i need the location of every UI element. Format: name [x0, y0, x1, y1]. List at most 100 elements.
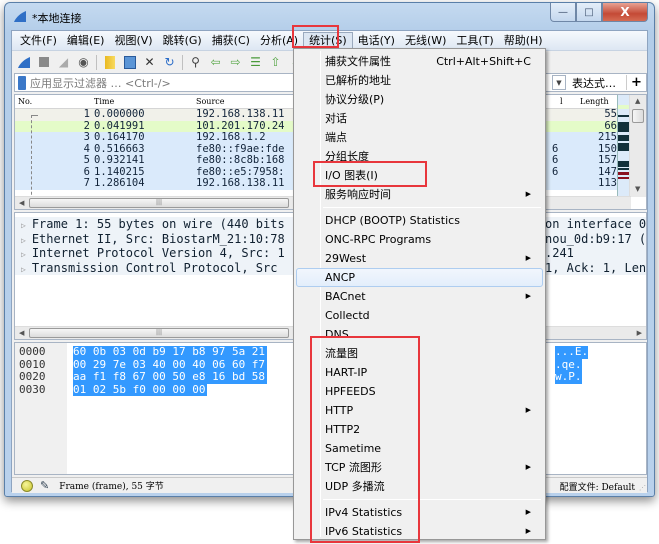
- profile-label[interactable]: 配置文件: Default: [560, 480, 635, 493]
- menu-edit[interactable]: 编辑(E): [62, 32, 110, 50]
- stats-menu-item-hart-ip[interactable]: HART-IP: [296, 363, 543, 382]
- menu-file[interactable]: 文件(F): [15, 32, 62, 50]
- expand-arrow-icon[interactable]: ▷: [21, 250, 26, 259]
- column-protocol[interactable]: l: [560, 97, 563, 106]
- stats-menu-item-item-3[interactable]: 对话: [296, 109, 543, 128]
- menu-go[interactable]: 跳转(G): [158, 32, 207, 50]
- stats-menu-item-bacnet[interactable]: BACnet ▶: [296, 287, 543, 306]
- shark-fin-start-icon[interactable]: [16, 55, 31, 70]
- close-button[interactable]: X: [602, 3, 648, 22]
- go-to-packet-icon[interactable]: ☰: [248, 55, 263, 70]
- column-length[interactable]: Length: [580, 97, 609, 106]
- stats-menu-item-http2[interactable]: HTTP2: [296, 420, 543, 439]
- first-packet-icon[interactable]: ⇧: [268, 55, 283, 70]
- stats-menu-item-item-1[interactable]: 已解析的地址: [296, 71, 543, 90]
- stats-menu-item-collectd[interactable]: Collectd: [296, 306, 543, 325]
- status-text: Frame (frame), 55 字节: [59, 482, 164, 492]
- menu-item-label: 对话: [325, 112, 347, 125]
- restart-icon[interactable]: ◢: [56, 55, 71, 70]
- scroll-down-icon[interactable]: ▼: [635, 185, 640, 193]
- column-source[interactable]: Source: [196, 97, 225, 106]
- scroll-thumb[interactable]: |||: [29, 328, 289, 338]
- menu-item-label: DNS: [325, 328, 349, 341]
- go-forward-icon[interactable]: ⇨: [228, 55, 243, 70]
- packet-protocol: 6: [552, 154, 559, 166]
- submenu-arrow-icon: ▶: [525, 190, 531, 198]
- menu-view[interactable]: 视图(V): [109, 32, 157, 50]
- expand-arrow-icon[interactable]: ▷: [21, 236, 26, 245]
- menu-item-shortcut: Ctrl+Alt+Shift+C: [436, 55, 531, 68]
- stats-menu-item-ancp[interactable]: ANCP: [296, 268, 543, 287]
- menu-statistics[interactable]: 统计(S): [303, 31, 353, 50]
- menu-item-label: HPFEEDS: [325, 385, 376, 398]
- scroll-left-icon[interactable]: ◀: [19, 329, 24, 337]
- submenu-arrow-icon: ▶: [525, 508, 531, 516]
- scroll-thumb[interactable]: [632, 109, 644, 123]
- edit-comment-icon[interactable]: ✎: [40, 479, 49, 492]
- toolbar-separator: [96, 54, 97, 70]
- menu-item-label: DHCP (BOOTP) Statistics: [325, 214, 460, 227]
- expression-button[interactable]: 表达式…: [572, 75, 616, 91]
- stats-menu-item-item-7[interactable]: 服务响应时间 ▶: [296, 185, 543, 204]
- stats-menu-item-item-4[interactable]: 端点: [296, 128, 543, 147]
- menu-capture[interactable]: 捕获(C): [207, 32, 255, 50]
- stats-menu-item-dhcp-bootp-statistics[interactable]: DHCP (BOOTP) Statistics: [296, 211, 543, 230]
- reload-icon[interactable]: ↻: [162, 55, 177, 70]
- submenu-arrow-icon: ▶: [525, 527, 531, 535]
- go-back-icon[interactable]: ⇦: [208, 55, 223, 70]
- display-filter-input[interactable]: 应用显示过滤器 … <Ctrl-/>: [30, 75, 171, 91]
- stats-menu-item-ipv6-statistics[interactable]: IPv6 Statistics ▶: [296, 522, 543, 541]
- stats-menu-item-item-0[interactable]: 捕获文件属性 Ctrl+Alt+Shift+C: [296, 52, 543, 71]
- stats-menu-item-onc-rpc-programs[interactable]: ONC-RPC Programs: [296, 230, 543, 249]
- stats-menu-item-tcp[interactable]: TCP 流图形 ▶: [296, 458, 543, 477]
- stats-menu-item-ipv4-statistics[interactable]: IPv4 Statistics ▶: [296, 503, 543, 522]
- packet-list-vscrollbar[interactable]: ▲ ▼: [629, 95, 646, 197]
- options-gear-icon[interactable]: ◉: [76, 55, 91, 70]
- stats-menu-item-i-o-i[interactable]: I/O 图表(I): [296, 166, 543, 185]
- submenu-arrow-icon: ▶: [525, 254, 531, 262]
- bookmark-icon[interactable]: [18, 75, 26, 90]
- packet-length: 157: [598, 154, 617, 166]
- packet-no: 7: [83, 177, 90, 189]
- scroll-up-icon[interactable]: ▲: [635, 97, 640, 105]
- stats-menu-item-hpfeeds[interactable]: HPFEEDS: [296, 382, 543, 401]
- stats-menu-item-29west[interactable]: 29West ▶: [296, 249, 543, 268]
- column-time[interactable]: Time: [94, 97, 114, 106]
- minimize-icon: —: [558, 6, 568, 18]
- add-filter-button[interactable]: +: [626, 75, 646, 90]
- stats-menu-item-udp[interactable]: UDP 多播流: [296, 477, 543, 496]
- maximize-button[interactable]: □: [576, 3, 602, 22]
- menu-telephony[interactable]: 电话(Y): [353, 32, 400, 50]
- menu-analyze[interactable]: 分析(A): [255, 32, 303, 50]
- minimize-button[interactable]: —: [550, 3, 576, 22]
- stats-menu-item-item-16[interactable]: 流量图: [296, 344, 543, 363]
- stop-icon[interactable]: [36, 55, 51, 70]
- expert-info-led-icon[interactable]: [21, 479, 33, 492]
- menu-tools[interactable]: 工具(T): [451, 32, 498, 50]
- save-file-icon[interactable]: [122, 55, 137, 70]
- close-icon: X: [620, 5, 630, 19]
- menu-item-label: HTTP2: [325, 423, 361, 436]
- scroll-left-icon[interactable]: ◀: [19, 199, 24, 207]
- stats-menu-item-http[interactable]: HTTP ▶: [296, 401, 543, 420]
- scroll-right-icon[interactable]: ▶: [637, 329, 642, 337]
- resize-grip-icon[interactable]: ⋰: [639, 484, 646, 492]
- expand-arrow-icon[interactable]: ▷: [21, 265, 26, 274]
- stats-menu-item-p[interactable]: 协议分级(P): [296, 90, 543, 109]
- conversation-tree-line: [31, 115, 38, 205]
- submenu-arrow-icon: ▶: [525, 463, 531, 471]
- stats-menu-item-dns[interactable]: DNS: [296, 325, 543, 344]
- title-bar[interactable]: *本地连接 — □ X: [5, 3, 654, 29]
- scroll-thumb[interactable]: |||: [29, 198, 289, 208]
- find-icon[interactable]: ⚲: [188, 55, 203, 70]
- close-file-icon[interactable]: ✕: [142, 55, 157, 70]
- expand-arrow-icon[interactable]: ▷: [21, 221, 26, 230]
- stats-menu-item-item-5[interactable]: 分组长度: [296, 147, 543, 166]
- menu-item-label: 29West: [325, 252, 367, 265]
- menu-wireless[interactable]: 无线(W): [400, 32, 451, 50]
- filter-dropdown-button[interactable]: ▼: [552, 75, 566, 90]
- column-no[interactable]: No.: [18, 97, 32, 106]
- open-folder-icon[interactable]: [102, 55, 117, 70]
- stats-menu-item-sametime[interactable]: Sametime: [296, 439, 543, 458]
- menu-help[interactable]: 帮助(H): [499, 32, 548, 50]
